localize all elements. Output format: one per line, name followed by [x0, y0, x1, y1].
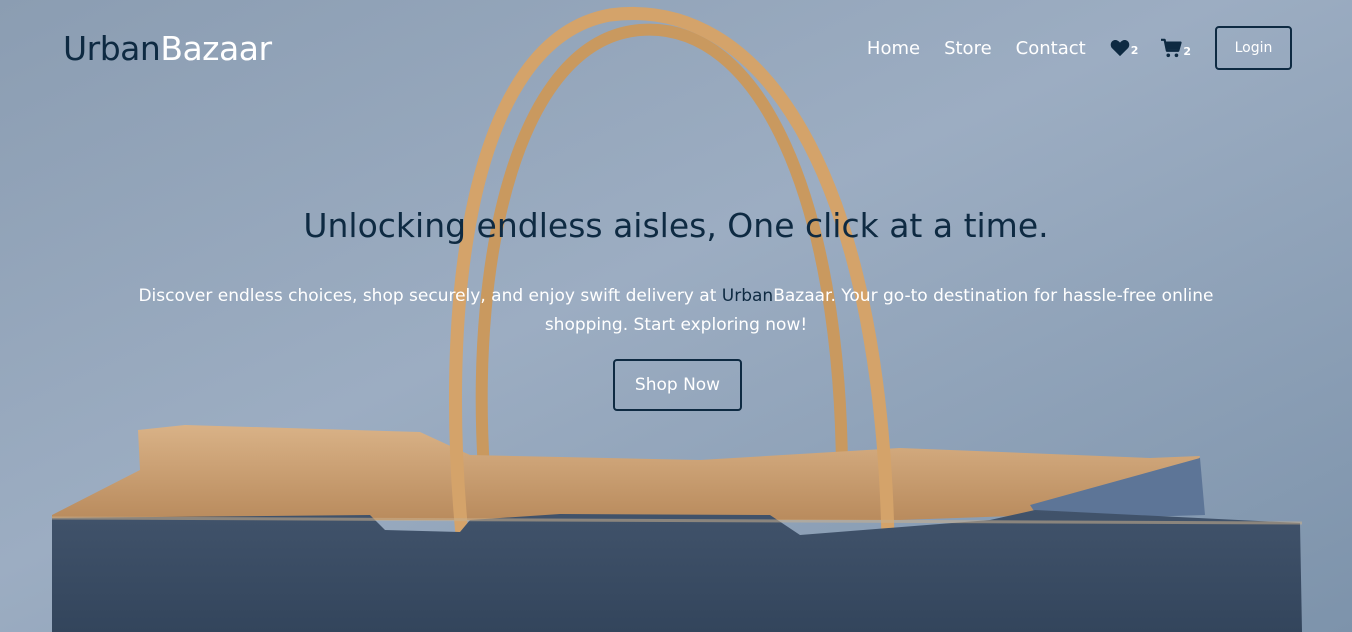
- cart-link[interactable]: 2: [1160, 38, 1191, 58]
- nav-menu: Home Store Contact 2 2 Login: [867, 26, 1292, 70]
- brand-part-bazaar: Bazaar: [160, 28, 272, 68]
- brand-part-urban: Urban: [63, 28, 161, 68]
- hero-description: Discover endless choices, shop securely,…: [130, 282, 1222, 340]
- hero-title: Unlocking endless aisles, One click at a…: [303, 206, 1049, 245]
- hero-description-text-before: Discover endless choices, shop securely,…: [138, 286, 722, 306]
- login-button[interactable]: Login: [1215, 26, 1292, 70]
- nav-link-contact[interactable]: Contact: [1016, 38, 1086, 59]
- brand-logo[interactable]: UrbanBazaar: [63, 29, 272, 68]
- heart-icon: [1110, 40, 1129, 57]
- cart-icon: [1161, 38, 1182, 58]
- shop-now-button[interactable]: Shop Now: [613, 359, 742, 411]
- hero-description-brand-urban: Urban: [721, 286, 774, 306]
- wishlist-count-badge: 2: [1130, 44, 1139, 57]
- navbar: UrbanBazaar Home Store Contact 2 2 Login: [0, 0, 1352, 96]
- hero-description-brand-bazaar: Bazaar: [773, 286, 831, 306]
- nav-link-store[interactable]: Store: [944, 38, 992, 59]
- nav-link-home[interactable]: Home: [867, 38, 920, 59]
- cart-count-badge: 2: [1183, 45, 1191, 58]
- wishlist-link[interactable]: 2: [1110, 39, 1139, 57]
